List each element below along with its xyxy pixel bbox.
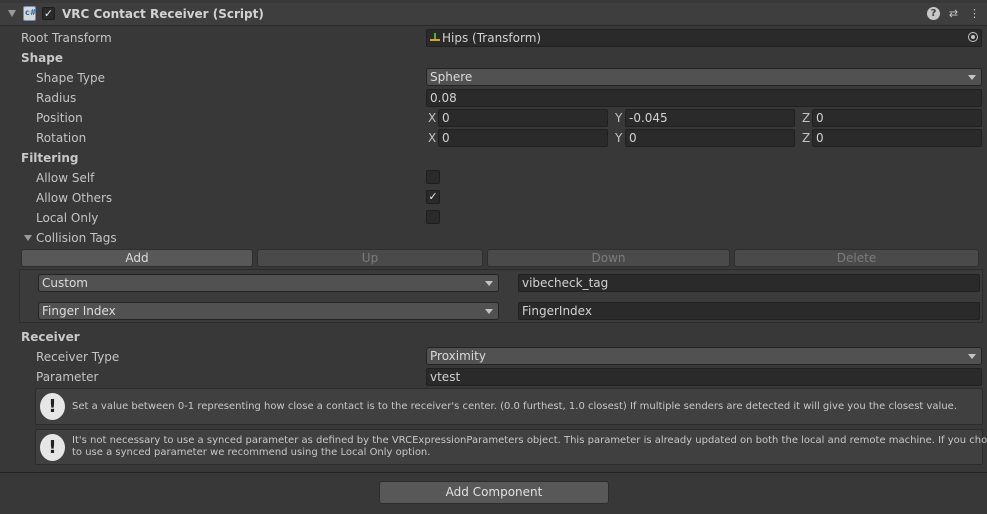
receiver-type-label: Receiver Type — [36, 350, 120, 364]
help-message-line-1: It's not necessary to use a synced param… — [72, 435, 987, 446]
radius-label: Radius — [36, 91, 77, 105]
allow-self-checkbox[interactable] — [426, 170, 440, 184]
tag-type-dropdown[interactable]: Custom — [38, 274, 499, 292]
dropdown-arrow-icon — [485, 281, 493, 286]
position-x-field[interactable]: 0 — [438, 109, 608, 127]
foldout-arrow-icon[interactable] — [8, 10, 16, 17]
help-message: Set a value between 0-1 representing how… — [72, 401, 957, 412]
rotation-y-label: Y — [615, 131, 623, 145]
shape-section-title: Shape — [21, 51, 64, 65]
presets-icon[interactable]: ⇄ — [947, 7, 960, 20]
shape-type-value: Sphere — [430, 70, 473, 84]
parameter-label: Parameter — [36, 370, 99, 384]
root-transform-field[interactable]: Hips (Transform) — [426, 29, 982, 47]
move-down-button[interactable]: Down — [487, 249, 730, 267]
warning-icon: ! — [40, 434, 65, 461]
enabled-checkbox[interactable]: ✓ — [42, 7, 55, 20]
parameter-field[interactable]: vtest — [426, 368, 982, 386]
proximity-help-box: ! Set a value between 0-1 representing h… — [35, 388, 983, 425]
dropdown-arrow-icon — [968, 75, 976, 80]
tag-value-field[interactable]: vibecheck_tag — [518, 274, 980, 292]
position-y-label: Y — [615, 111, 623, 125]
position-y-field[interactable]: -0.045 — [625, 109, 795, 127]
dropdown-arrow-icon — [485, 309, 493, 314]
collision-tags-label: Collision Tags — [36, 231, 117, 245]
add-component-button[interactable]: Add Component — [379, 481, 609, 504]
radius-field[interactable]: 0.08 — [426, 89, 982, 107]
rotation-x-label: X — [428, 131, 437, 145]
help-message-line-2: to use a synced parameter we recommend u… — [72, 447, 431, 458]
allow-others-label: Allow Others — [36, 191, 113, 205]
tag-type-dropdown[interactable]: Finger Index — [38, 302, 499, 320]
local-only-checkbox[interactable] — [426, 210, 440, 224]
allow-self-label: Allow Self — [36, 171, 95, 185]
tag-type-value: Custom — [42, 276, 88, 290]
filtering-section-title: Filtering — [21, 151, 79, 165]
object-picker-icon[interactable] — [968, 32, 978, 42]
rotation-y-field[interactable]: 0 — [625, 129, 795, 147]
position-x-label: X — [428, 111, 437, 125]
component-header[interactable]: ✓ VRC Contact Receiver (Script) ? ⇄ ⋮ — [0, 3, 987, 26]
footer-divider — [0, 472, 987, 473]
local-only-label: Local Only — [36, 211, 99, 225]
help-icon[interactable]: ? — [927, 7, 940, 20]
rotation-x-field[interactable]: 0 — [438, 129, 608, 147]
receiver-type-dropdown[interactable]: Proximity — [426, 347, 982, 365]
context-menu-icon[interactable]: ⋮ — [968, 7, 981, 20]
position-label: Position — [36, 111, 83, 125]
transform-icon — [430, 33, 440, 43]
component-title: VRC Contact Receiver (Script) — [62, 7, 264, 21]
add-tag-button[interactable]: Add — [21, 249, 253, 267]
foldout-arrow-icon — [24, 235, 32, 241]
shape-type-label: Shape Type — [36, 71, 105, 85]
delete-tag-button[interactable]: Delete — [734, 249, 979, 267]
root-transform-label: Root Transform — [21, 31, 112, 45]
root-transform-value: Hips (Transform) — [442, 31, 542, 45]
rotation-z-field[interactable]: 0 — [812, 129, 982, 147]
script-icon — [23, 6, 36, 21]
position-z-label: Z — [802, 111, 811, 125]
collision-tags-foldout[interactable]: Collision Tags — [24, 231, 117, 245]
position-z-field[interactable]: 0 — [812, 109, 982, 127]
move-up-button[interactable]: Up — [257, 249, 483, 267]
dropdown-arrow-icon — [968, 354, 976, 359]
inspector-panel: ✓ VRC Contact Receiver (Script) ? ⇄ ⋮ Ro… — [0, 0, 987, 472]
synced-help-box: ! It's not necessary to use a synced par… — [35, 429, 987, 465]
rotation-label: Rotation — [36, 131, 87, 145]
allow-others-checkbox[interactable]: ✓ — [426, 190, 440, 204]
receiver-type-value: Proximity — [430, 349, 486, 363]
warning-icon: ! — [40, 393, 65, 420]
receiver-section-title: Receiver — [21, 330, 80, 344]
tag-type-value: Finger Index — [42, 304, 116, 318]
rotation-z-label: Z — [802, 131, 811, 145]
shape-type-dropdown[interactable]: Sphere — [426, 68, 982, 86]
tag-value-field[interactable]: FingerIndex — [518, 302, 980, 320]
